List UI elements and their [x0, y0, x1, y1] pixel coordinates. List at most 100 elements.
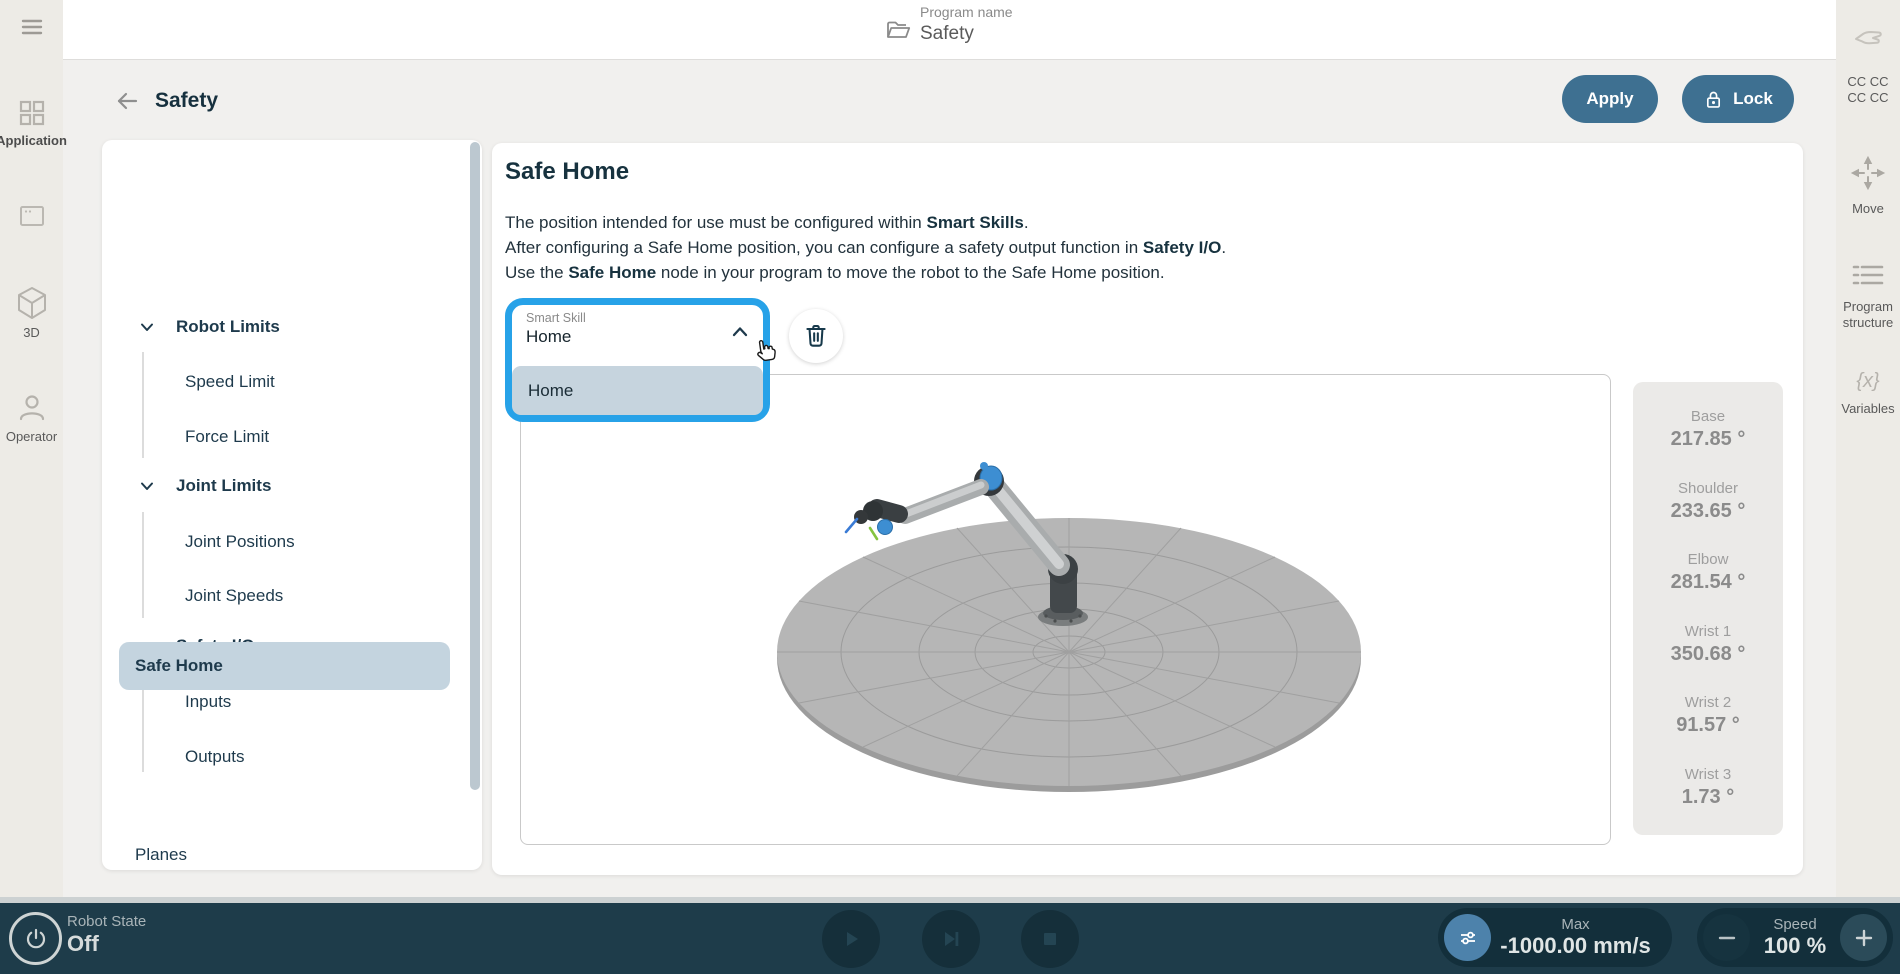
- lock-icon: [1703, 89, 1724, 110]
- application-grid-icon: [16, 97, 48, 129]
- nav-item-joint-positions[interactable]: Joint Positions: [102, 520, 482, 564]
- program-structure-list-icon: [1850, 260, 1886, 290]
- smart-skill-select-field[interactable]: Smart Skill Home: [512, 305, 763, 359]
- speed-block: Speed 100 %: [1750, 916, 1840, 959]
- description-line-2: After configuring a Safe Home position, …: [505, 235, 1226, 260]
- joint-row-shoulder: Shoulder 233.65 °: [1633, 480, 1783, 523]
- joint-value: 91.57 °: [1633, 714, 1783, 737]
- power-icon: [23, 926, 49, 952]
- sidebar-label-variables: Variables: [1841, 401, 1894, 416]
- sliders-icon: [1456, 926, 1480, 950]
- speed-settings-button[interactable]: [1444, 914, 1491, 961]
- back-button[interactable]: [112, 86, 142, 119]
- robot-3d-viewport[interactable]: [520, 374, 1611, 845]
- nav-scrollbar[interactable]: [470, 142, 480, 790]
- dropdown-option-home[interactable]: Home: [512, 366, 763, 415]
- sidebar-item-variables[interactable]: {x} Variables: [1836, 370, 1900, 416]
- play-icon: [839, 927, 863, 951]
- smart-skill-dropdown[interactable]: Smart Skill Home Home: [505, 298, 770, 422]
- program-name-block[interactable]: Program name Safety: [920, 4, 1013, 45]
- sidebar-item-operator[interactable]: Operator: [0, 392, 63, 444]
- freedrive-label-line1: CC CC: [1847, 74, 1888, 90]
- stop-icon: [1039, 928, 1061, 950]
- speed-decrease-button[interactable]: [1703, 914, 1750, 961]
- skip-next-icon: [939, 927, 963, 951]
- nav-label: Outputs: [185, 747, 245, 767]
- lock-button[interactable]: Lock: [1682, 75, 1794, 123]
- nav-item-speed-limit[interactable]: Speed Limit: [102, 360, 482, 404]
- nav-label: Robot Limits: [176, 317, 280, 337]
- nav-item-outputs[interactable]: Outputs: [102, 735, 482, 779]
- robot-state-value: Off: [67, 931, 146, 957]
- sidebar-item-window[interactable]: [0, 203, 63, 229]
- robot-power-button[interactable]: [9, 912, 62, 965]
- joint-label: Base: [1633, 408, 1783, 425]
- nav-item-planes[interactable]: Planes: [102, 833, 482, 870]
- sidebar-item-program-structure[interactable]: Program structure: [1836, 260, 1900, 331]
- sidebar-item-3d[interactable]: 3D: [0, 285, 63, 340]
- nav-label: Safe Home: [135, 656, 223, 676]
- step-button[interactable]: [922, 910, 980, 968]
- section-description: The position intended for use must be co…: [505, 210, 1226, 285]
- joint-row-elbow: Elbow 281.54 °: [1633, 551, 1783, 594]
- sidebar-label-operator: Operator: [6, 429, 57, 444]
- sidebar-label-program-structure-line2: structure: [1843, 315, 1894, 331]
- nav-item-robot-limits[interactable]: Robot Limits: [102, 305, 482, 349]
- max-speed-pill: Max -1000.00 mm/s: [1438, 908, 1672, 967]
- joint-row-wrist3: Wrist 3 1.73 °: [1633, 766, 1783, 809]
- nav-item-joint-speeds[interactable]: Joint Speeds: [102, 574, 482, 618]
- operator-person-icon: [16, 392, 48, 424]
- sidebar-label-application: Application: [0, 133, 67, 148]
- nav-label: Planes: [135, 845, 187, 865]
- joint-label: Wrist 2: [1633, 694, 1783, 711]
- joint-row-wrist1: Wrist 1 350.68 °: [1633, 623, 1783, 666]
- nav-label: Speed Limit: [185, 372, 275, 392]
- joint-values-panel: Base 217.85 ° Shoulder 233.65 ° Elbow 28…: [1633, 382, 1783, 835]
- minus-icon: [1716, 927, 1738, 949]
- speed-label: Speed: [1750, 916, 1840, 933]
- joint-value: 217.85 °: [1633, 428, 1783, 451]
- mouse-cursor: [752, 336, 778, 369]
- joint-label: Wrist 1: [1633, 623, 1783, 640]
- robot-3d-scene: [521, 375, 1610, 844]
- play-button[interactable]: [822, 910, 880, 968]
- lock-button-label: Lock: [1733, 89, 1773, 109]
- safety-nav-card: Robot Limits Speed Limit Force Limit Joi…: [102, 140, 482, 870]
- section-title: Safe Home: [505, 158, 629, 186]
- description-line-1: The position intended for use must be co…: [505, 210, 1226, 235]
- smart-skill-field-value: Home: [526, 327, 763, 347]
- sidebar-item-move[interactable]: Move: [1836, 155, 1900, 216]
- smart-skill-field-label: Smart Skill: [526, 311, 763, 325]
- nav-item-force-limit[interactable]: Force Limit: [102, 415, 482, 459]
- stop-button[interactable]: [1021, 910, 1079, 968]
- speed-value: 100 %: [1750, 933, 1840, 959]
- nav-label: Inputs: [185, 692, 231, 712]
- joint-row-wrist2: Wrist 2 91.57 °: [1633, 694, 1783, 737]
- nav-item-safe-home[interactable]: Safe Home: [119, 642, 450, 690]
- sidebar-item-application[interactable]: Application: [0, 97, 63, 148]
- nav-label: Joint Speeds: [185, 586, 283, 606]
- joint-row-base: Base 217.85 °: [1633, 408, 1783, 451]
- plus-icon: [1853, 927, 1875, 949]
- description-line-3: Use the Safe Home node in your program t…: [505, 260, 1226, 285]
- left-sidebar: Application 3D Operator: [0, 0, 63, 903]
- chevron-down-icon: [138, 318, 156, 336]
- apply-button[interactable]: Apply: [1562, 75, 1658, 123]
- freedrive-label-line2: CC CC: [1847, 90, 1888, 106]
- freedrive-hand-icon: [1851, 24, 1885, 56]
- freedrive-button[interactable]: CC CC CC CC: [1836, 24, 1900, 106]
- bottom-bar: Robot State Off Max -1000.00 mm/s Speed …: [0, 903, 1900, 974]
- speed-percent-pill: Speed 100 %: [1697, 908, 1893, 967]
- sidebar-label-program-structure-line1: Program: [1843, 299, 1893, 315]
- nav-item-joint-limits[interactable]: Joint Limits: [102, 464, 482, 508]
- nav-label: Force Limit: [185, 427, 269, 447]
- nav-label: Joint Limits: [176, 476, 271, 496]
- delete-smart-skill-button[interactable]: [789, 309, 843, 363]
- speed-increase-button[interactable]: [1840, 914, 1887, 961]
- joint-value: 1.73 °: [1633, 786, 1783, 809]
- nav-label: Joint Positions: [185, 532, 295, 552]
- program-name-value: Safety: [920, 23, 1013, 45]
- main-menu-button[interactable]: [0, 14, 63, 40]
- robot-state-block: Robot State Off: [67, 913, 146, 957]
- move-arrows-icon: [1850, 155, 1886, 191]
